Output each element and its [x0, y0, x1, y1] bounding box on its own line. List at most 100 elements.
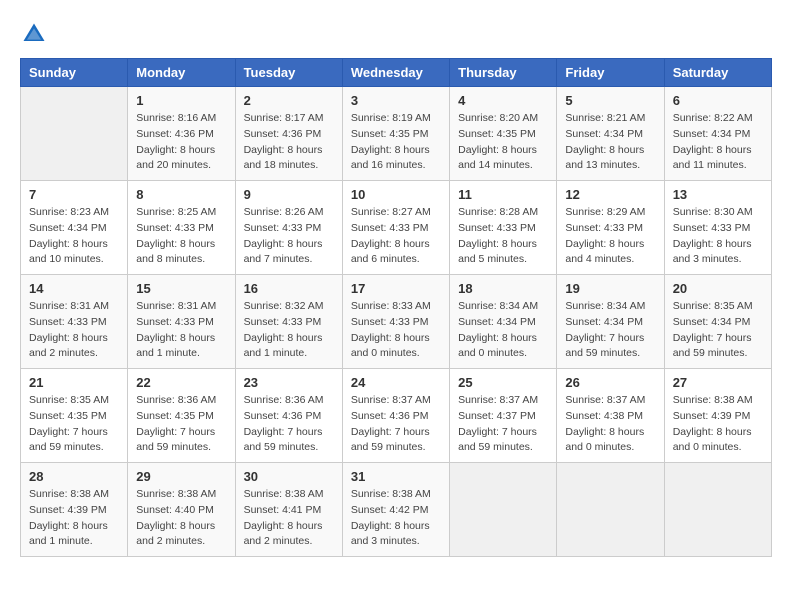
calendar-cell: 31Sunrise: 8:38 AMSunset: 4:42 PMDayligh…	[342, 463, 449, 557]
calendar-table: SundayMondayTuesdayWednesdayThursdayFrid…	[20, 58, 772, 557]
day-info: Sunrise: 8:37 AMSunset: 4:37 PMDaylight:…	[458, 393, 548, 456]
calendar-week-row: 7Sunrise: 8:23 AMSunset: 4:34 PMDaylight…	[21, 181, 772, 275]
calendar-cell: 16Sunrise: 8:32 AMSunset: 4:33 PMDayligh…	[235, 275, 342, 369]
calendar-cell: 23 Sunrise: 8:36 AMSunset: 4:36 PMDayligh…	[235, 369, 342, 463]
day-info: Sunrise: 8:17 AMSunset: 4:36 PMDaylight:…	[244, 111, 334, 174]
day-number: 15	[136, 281, 226, 296]
day-info: Sunrise: 8:16 AMSunset: 4:36 PMDaylight:…	[136, 111, 226, 174]
calendar-cell: 30 Sunrise: 8:38 AMSunset: 4:41 PMDayligh…	[235, 463, 342, 557]
day-info: Sunrise: 8:22 AMSunset: 4:34 PMDaylight:…	[673, 111, 763, 174]
day-info: Sunrise: 8:38 AMSunset: 4:39 PMDaylight:…	[29, 487, 119, 550]
calendar-cell: 7Sunrise: 8:23 AMSunset: 4:34 PMDaylight…	[21, 181, 128, 275]
day-info: Sunrise: 8:28 AMSunset: 4:33 PMDaylight:…	[458, 205, 548, 268]
day-number: 24	[351, 375, 441, 390]
calendar-cell: 8 Sunrise: 8:25 AMSunset: 4:33 PMDaylight…	[128, 181, 235, 275]
calendar-header-row: SundayMondayTuesdayWednesdayThursdayFrid…	[21, 59, 772, 87]
calendar-cell: 15Sunrise: 8:31 AMSunset: 4:33 PMDayligh…	[128, 275, 235, 369]
day-number: 30	[244, 469, 334, 484]
day-number: 12	[565, 187, 655, 202]
day-info: Sunrise: 8:37 AMSunset: 4:36 PMDaylight:…	[351, 393, 441, 456]
day-info: Sunrise: 8:36 AMSunset: 4:36 PMDaylight:…	[244, 393, 334, 456]
calendar-cell: 14 Sunrise: 8:31 AMSunset: 4:33 PMDayligh…	[21, 275, 128, 369]
day-number: 29	[136, 469, 226, 484]
day-info: Sunrise: 8:25 AMSunset: 4:33 PMDaylight:…	[136, 205, 226, 268]
day-number: 7	[29, 187, 119, 202]
day-info: Sunrise: 8:38 AMSunset: 4:42 PMDaylight:…	[351, 487, 441, 550]
day-number: 1	[136, 93, 226, 108]
logo-icon	[20, 20, 48, 48]
calendar-cell: 11 Sunrise: 8:28 AMSunset: 4:33 PMDayligh…	[450, 181, 557, 275]
weekday-header: Wednesday	[342, 59, 449, 87]
weekday-header: Tuesday	[235, 59, 342, 87]
day-number: 26	[565, 375, 655, 390]
calendar-week-row: 1 Sunrise: 8:16 AMSunset: 4:36 PMDaylight…	[21, 87, 772, 181]
day-number: 25	[458, 375, 548, 390]
day-info: Sunrise: 8:19 AMSunset: 4:35 PMDaylight:…	[351, 111, 441, 174]
day-info: Sunrise: 8:38 AMSunset: 4:39 PMDaylight:…	[673, 393, 763, 456]
calendar-cell	[21, 87, 128, 181]
calendar-cell: 2 Sunrise: 8:17 AMSunset: 4:36 PMDaylight…	[235, 87, 342, 181]
day-info: Sunrise: 8:29 AMSunset: 4:33 PMDaylight:…	[565, 205, 655, 268]
calendar-cell: 6 Sunrise: 8:22 AMSunset: 4:34 PMDaylight…	[664, 87, 771, 181]
calendar-cell: 5 Sunrise: 8:21 AMSunset: 4:34 PMDaylight…	[557, 87, 664, 181]
day-info: Sunrise: 8:20 AMSunset: 4:35 PMDaylight:…	[458, 111, 548, 174]
calendar-cell: 25 Sunrise: 8:37 AMSunset: 4:37 PMDayligh…	[450, 369, 557, 463]
day-number: 19	[565, 281, 655, 296]
day-number: 17	[351, 281, 441, 296]
calendar-cell: 17 Sunrise: 8:33 AMSunset: 4:33 PMDayligh…	[342, 275, 449, 369]
weekday-header: Thursday	[450, 59, 557, 87]
calendar-cell	[557, 463, 664, 557]
day-number: 6	[673, 93, 763, 108]
calendar-cell: 1 Sunrise: 8:16 AMSunset: 4:36 PMDaylight…	[128, 87, 235, 181]
day-info: Sunrise: 8:30 AMSunset: 4:33 PMDaylight:…	[673, 205, 763, 268]
calendar-cell: 22 Sunrise: 8:36 AMSunset: 4:35 PMDayligh…	[128, 369, 235, 463]
calendar-week-row: 14 Sunrise: 8:31 AMSunset: 4:33 PMDayligh…	[21, 275, 772, 369]
calendar-cell: 12 Sunrise: 8:29 AMSunset: 4:33 PMDayligh…	[557, 181, 664, 275]
weekday-header: Sunday	[21, 59, 128, 87]
calendar-cell: 26 Sunrise: 8:37 AMSunset: 4:38 PMDayligh…	[557, 369, 664, 463]
day-info: Sunrise: 8:35 AMSunset: 4:34 PMDaylight:…	[673, 299, 763, 362]
calendar-cell: 28 Sunrise: 8:38 AMSunset: 4:39 PMDayligh…	[21, 463, 128, 557]
calendar-cell: 10Sunrise: 8:27 AMSunset: 4:33 PMDayligh…	[342, 181, 449, 275]
calendar-cell	[450, 463, 557, 557]
day-info: Sunrise: 8:34 AMSunset: 4:34 PMDaylight:…	[565, 299, 655, 362]
day-info: Sunrise: 8:26 AMSunset: 4:33 PMDaylight:…	[244, 205, 334, 268]
day-info: Sunrise: 8:33 AMSunset: 4:33 PMDaylight:…	[351, 299, 441, 362]
day-info: Sunrise: 8:31 AMSunset: 4:33 PMDaylight:…	[29, 299, 119, 362]
day-number: 4	[458, 93, 548, 108]
calendar-cell: 3 Sunrise: 8:19 AMSunset: 4:35 PMDaylight…	[342, 87, 449, 181]
day-number: 3	[351, 93, 441, 108]
calendar-cell: 29 Sunrise: 8:38 AMSunset: 4:40 PMDayligh…	[128, 463, 235, 557]
day-number: 13	[673, 187, 763, 202]
day-number: 8	[136, 187, 226, 202]
day-info: Sunrise: 8:38 AMSunset: 4:41 PMDaylight:…	[244, 487, 334, 550]
day-info: Sunrise: 8:38 AMSunset: 4:40 PMDaylight:…	[136, 487, 226, 550]
day-number: 2	[244, 93, 334, 108]
calendar-cell: 21Sunrise: 8:35 AMSunset: 4:35 PMDayligh…	[21, 369, 128, 463]
weekday-header: Saturday	[664, 59, 771, 87]
day-info: Sunrise: 8:32 AMSunset: 4:33 PMDaylight:…	[244, 299, 334, 362]
calendar-cell: 27 Sunrise: 8:38 AMSunset: 4:39 PMDayligh…	[664, 369, 771, 463]
day-number: 5	[565, 93, 655, 108]
day-number: 11	[458, 187, 548, 202]
calendar-cell	[664, 463, 771, 557]
day-number: 28	[29, 469, 119, 484]
calendar-cell: 24 Sunrise: 8:37 AMSunset: 4:36 PMDayligh…	[342, 369, 449, 463]
logo	[20, 20, 52, 48]
calendar-cell: 9Sunrise: 8:26 AMSunset: 4:33 PMDaylight…	[235, 181, 342, 275]
calendar-cell: 19 Sunrise: 8:34 AMSunset: 4:34 PMDayligh…	[557, 275, 664, 369]
calendar-cell: 13 Sunrise: 8:30 AMSunset: 4:33 PMDayligh…	[664, 181, 771, 275]
day-number: 20	[673, 281, 763, 296]
weekday-header: Monday	[128, 59, 235, 87]
calendar-cell: 4 Sunrise: 8:20 AMSunset: 4:35 PMDaylight…	[450, 87, 557, 181]
day-number: 23	[244, 375, 334, 390]
calendar-cell: 18Sunrise: 8:34 AMSunset: 4:34 PMDayligh…	[450, 275, 557, 369]
day-info: Sunrise: 8:37 AMSunset: 4:38 PMDaylight:…	[565, 393, 655, 456]
day-info: Sunrise: 8:27 AMSunset: 4:33 PMDaylight:…	[351, 205, 441, 268]
day-number: 27	[673, 375, 763, 390]
day-info: Sunrise: 8:21 AMSunset: 4:34 PMDaylight:…	[565, 111, 655, 174]
day-number: 14	[29, 281, 119, 296]
calendar-week-row: 28 Sunrise: 8:38 AMSunset: 4:39 PMDayligh…	[21, 463, 772, 557]
day-number: 22	[136, 375, 226, 390]
day-info: Sunrise: 8:36 AMSunset: 4:35 PMDaylight:…	[136, 393, 226, 456]
